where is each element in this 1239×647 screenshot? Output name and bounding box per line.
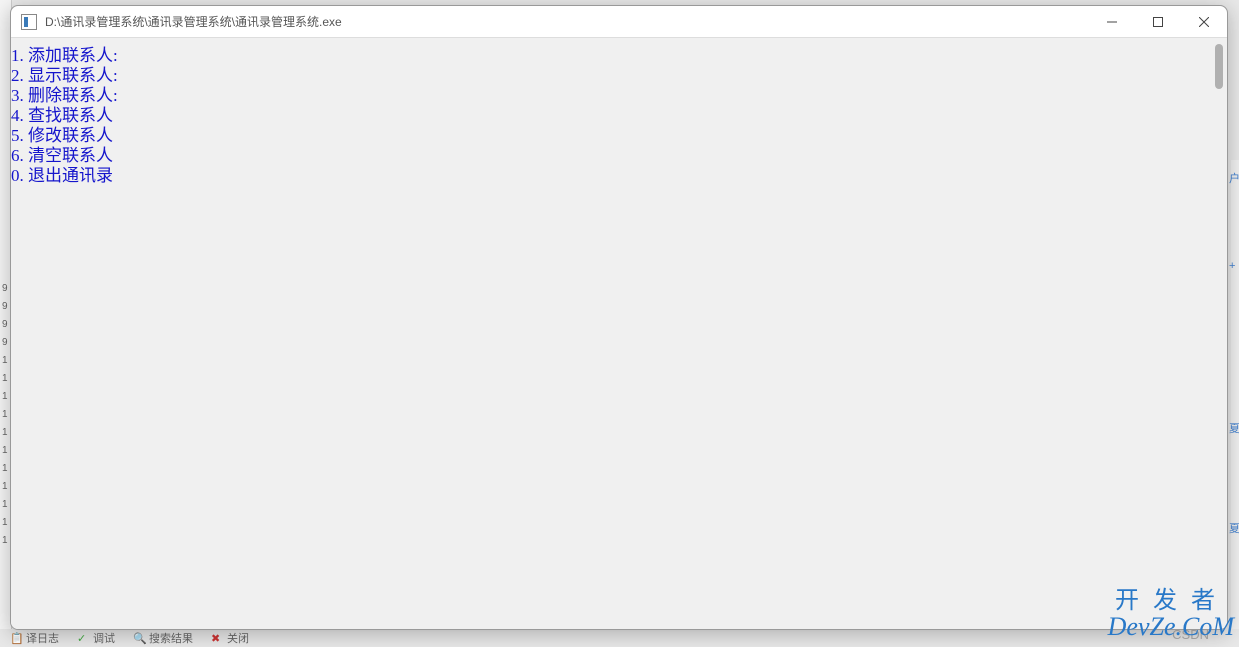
status-item-debug[interactable]: ✓ 调试 [77, 630, 115, 646]
close-button[interactable] [1181, 6, 1227, 37]
menu-item-delete: 3. 删除联系人: [11, 86, 1227, 106]
minimize-icon [1107, 17, 1117, 27]
menu-item-search: 4. 查找联系人 [11, 106, 1227, 126]
maximize-button[interactable] [1135, 6, 1181, 37]
app-icon [21, 14, 37, 30]
window-title: D:\通讯录管理系统\通讯录管理系统\通讯录管理系统.exe [45, 13, 1089, 30]
scrollbar-thumb[interactable] [1215, 44, 1223, 89]
console-window: D:\通讯录管理系统\通讯录管理系统\通讯录管理系统.exe 1. 添加联系人:… [10, 5, 1228, 630]
console-body[interactable]: 1. 添加联系人: 2. 显示联系人: 3. 删除联系人: 4. 查找联系人 5… [11, 38, 1227, 629]
menu-item-add: 1. 添加联系人: [11, 46, 1227, 66]
close-red-icon: ✖ [211, 632, 223, 644]
window-controls [1089, 6, 1227, 37]
check-icon: ✓ [77, 632, 89, 644]
menu-item-exit: 0. 退出通讯录 [11, 166, 1227, 186]
right-marker: 夏 [1229, 520, 1239, 535]
right-marker: + [1229, 260, 1239, 275]
search-icon: 🔍 [133, 632, 145, 644]
menu-item-show: 2. 显示联系人: [11, 66, 1227, 86]
status-label: 调试 [93, 630, 115, 646]
ide-statusbar: 📋 译日志 ✓ 调试 🔍 搜索结果 ✖ 关闭 [0, 629, 1239, 647]
status-label: 搜索结果 [149, 630, 193, 646]
watermark-csdn: CSDN [1172, 627, 1209, 642]
menu-item-clear: 6. 清空联系人 [11, 146, 1227, 166]
status-label: 译日志 [26, 630, 59, 646]
minimize-button[interactable] [1089, 6, 1135, 37]
scrollbar[interactable] [1211, 44, 1225, 623]
right-sidebar: 户 + 夏 夏 [1231, 160, 1239, 640]
status-item-search[interactable]: 🔍 搜索结果 [133, 630, 193, 646]
maximize-icon [1153, 17, 1163, 27]
status-item-log[interactable]: 📋 译日志 [10, 630, 59, 646]
log-icon: 📋 [10, 632, 22, 644]
close-icon [1199, 17, 1209, 27]
right-marker: 户 [1229, 170, 1239, 185]
menu-item-modify: 5. 修改联系人 [11, 126, 1227, 146]
titlebar[interactable]: D:\通讯录管理系统\通讯录管理系统\通讯录管理系统.exe [11, 6, 1227, 38]
status-label: 关闭 [227, 630, 249, 646]
status-item-close[interactable]: ✖ 关闭 [211, 630, 249, 646]
right-marker: 夏 [1229, 420, 1239, 435]
